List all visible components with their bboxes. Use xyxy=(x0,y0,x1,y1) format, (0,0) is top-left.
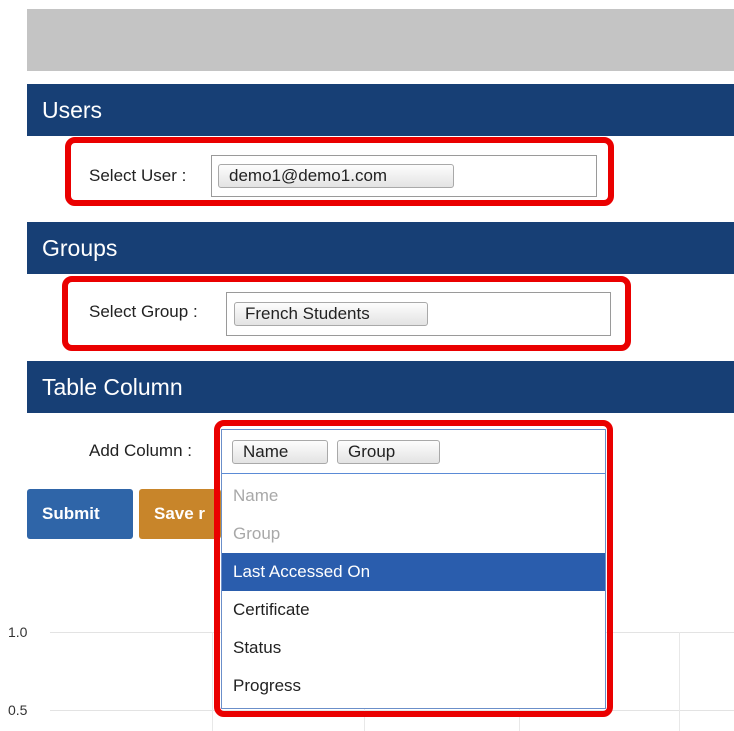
option-status[interactable]: Status xyxy=(222,629,605,667)
chip-group[interactable]: Group xyxy=(337,440,440,464)
chart-gridline-bottom xyxy=(50,710,734,711)
save-button[interactable]: Save r xyxy=(139,489,221,539)
top-bar xyxy=(27,9,734,71)
groups-section-header: Groups xyxy=(27,222,734,274)
chart-gridline-v4 xyxy=(679,632,680,731)
y-tick-1-0: 1.0 xyxy=(8,624,28,640)
select-user-label: Select User : xyxy=(89,166,187,185)
option-group: Group xyxy=(233,524,281,543)
option-last-accessed-on[interactable]: Last Accessed On xyxy=(222,553,605,591)
select-group-field[interactable]: French Students xyxy=(226,292,611,336)
selected-group-chip[interactable]: French Students xyxy=(234,302,428,326)
y-tick-0-5: 0.5 xyxy=(8,702,28,718)
table-column-section-header: Table Column xyxy=(27,361,734,413)
option-progress[interactable]: Progress xyxy=(222,667,605,705)
option-certificate[interactable]: Certificate xyxy=(222,591,605,629)
select-group-label: Select Group : xyxy=(89,302,198,321)
selected-user-chip[interactable]: demo1@demo1.com xyxy=(218,164,454,188)
users-section-header: Users xyxy=(27,84,734,136)
add-column-label: Add Column : xyxy=(89,441,192,460)
submit-button[interactable]: Submit xyxy=(27,489,133,539)
add-column-input[interactable]: Name Group xyxy=(222,430,605,474)
add-column-dropdown[interactable]: Name Group Name Group Last Accessed On C… xyxy=(221,429,606,709)
select-user-field[interactable]: demo1@demo1.com xyxy=(211,155,597,197)
chart-gridline-v1 xyxy=(212,632,213,731)
chip-name[interactable]: Name xyxy=(232,440,328,464)
option-name: Name xyxy=(233,486,279,505)
